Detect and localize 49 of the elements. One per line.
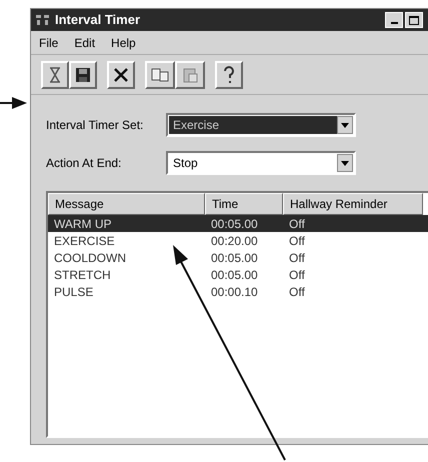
table-cell-text: Off bbox=[288, 216, 306, 232]
table-cell-text: Off bbox=[288, 232, 306, 250]
table-row[interactable]: WARM UP 00:05.00 Off bbox=[48, 215, 428, 232]
save-button[interactable] bbox=[69, 60, 97, 88]
column-header[interactable]: Time bbox=[205, 193, 283, 215]
column-header[interactable]: Message bbox=[48, 193, 205, 215]
menu-item[interactable]: Help bbox=[111, 34, 136, 52]
table-cell-text: 00:00.10 bbox=[210, 284, 259, 300]
dropdown[interactable]: Stop bbox=[166, 151, 356, 175]
hourglass-button[interactable] bbox=[41, 60, 69, 88]
table-row[interactable]: PULSE 00:00.10 Off bbox=[48, 283, 428, 300]
field-label: Action At End: bbox=[46, 155, 122, 172]
table-cell-text: COOLDOWN bbox=[53, 250, 127, 266]
table-row[interactable]: COOLDOWN 00:05.00 Off bbox=[48, 249, 428, 266]
table-cell-text: Off bbox=[288, 284, 306, 300]
pointer-arrow bbox=[0, 96, 28, 110]
field-label: Interval Timer Set: bbox=[46, 117, 144, 134]
table-cell-text: 00:05.00 bbox=[210, 216, 259, 232]
table-row[interactable]: STRETCH 00:05.00 Off bbox=[48, 266, 428, 283]
table-cell-text: PULSE bbox=[53, 284, 94, 300]
maximize-button[interactable] bbox=[405, 12, 423, 28]
table-cell-text: 00:20.00 bbox=[210, 232, 259, 250]
column-header[interactable]: Hallway Reminder bbox=[283, 193, 423, 215]
maximize-icon bbox=[409, 16, 419, 24]
dropdown[interactable]: Exercise bbox=[166, 113, 356, 137]
table-cell-text: Off bbox=[288, 250, 306, 266]
table-row[interactable]: EXERCISE 00:20.00 Off bbox=[48, 232, 428, 249]
copy-button[interactable] bbox=[145, 60, 175, 88]
delete-button[interactable] bbox=[107, 60, 135, 88]
clipboard-icon bbox=[182, 66, 198, 82]
table-cell-text: 00:05.00 bbox=[210, 266, 259, 284]
dropdown-value: Stop bbox=[172, 155, 199, 172]
window-title: Interval Timer bbox=[55, 11, 140, 30]
copy-icon bbox=[151, 68, 169, 82]
menu-item[interactable]: File bbox=[39, 34, 58, 52]
table-cell-text: WARM UP bbox=[53, 216, 113, 232]
table-cell-text: Off bbox=[288, 266, 306, 284]
app-icon bbox=[35, 13, 51, 27]
table-cell-text: EXERCISE bbox=[53, 232, 116, 250]
help-button[interactable] bbox=[215, 60, 243, 88]
minimize-button[interactable] bbox=[385, 12, 403, 28]
menu-item[interactable]: Edit bbox=[74, 34, 96, 52]
minimize-icon bbox=[390, 22, 398, 24]
table-cell-text: 00:05.00 bbox=[210, 250, 259, 266]
table-cell-text: STRETCH bbox=[53, 266, 112, 284]
paste-button[interactable] bbox=[175, 60, 205, 88]
dropdown-value: Exercise bbox=[169, 116, 337, 134]
close-icon bbox=[113, 66, 129, 82]
hourglass-icon bbox=[49, 66, 61, 82]
